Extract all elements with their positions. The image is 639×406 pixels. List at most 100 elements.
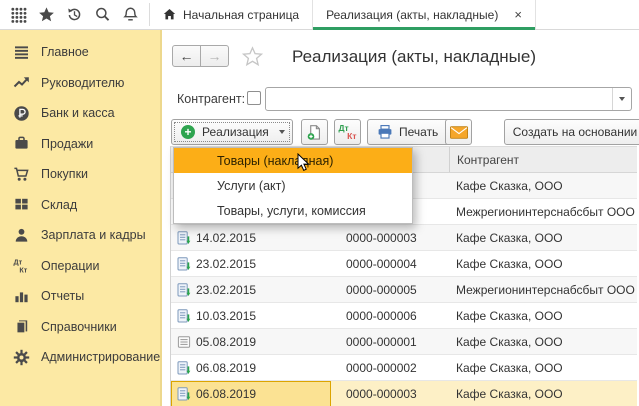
cell-number: 0000-000001 <box>331 335 449 349</box>
table-row[interactable]: 10.03.20150000-000006Кафе Сказка, ООО <box>171 303 637 329</box>
favorites-star-icon[interactable] <box>35 3 58 26</box>
home-icon <box>163 8 176 21</box>
tab-realization[interactable]: Реализация (акты, накладные) × <box>313 0 536 29</box>
nav-history-buttons: ← → <box>172 45 229 67</box>
table-row[interactable]: 06.08.2019 0000-000002Кафе Сказка, ООО <box>171 355 637 381</box>
document-posted-icon <box>177 283 191 297</box>
tab-close-icon[interactable]: × <box>514 8 522 21</box>
cell-date: 23.02.2015 <box>171 277 331 303</box>
tab-home-page[interactable]: Начальная страница <box>150 0 313 29</box>
table-row[interactable]: 23.02.2015 0000-000005Межрегионинтерснабс… <box>171 277 637 303</box>
table-row[interactable]: 23.02.20150000-000004Кафе Сказка, ООО <box>171 251 637 277</box>
sidebar-item-справочники[interactable]: Справочники <box>0 312 160 343</box>
svg-text:Кт: Кт <box>19 266 27 275</box>
tab-home-label: Начальная страница <box>183 8 299 22</box>
cell-contractor: Кафе Сказка, ООО <box>449 335 637 349</box>
cell-date: 05.08.2019 <box>171 329 331 355</box>
create-based-on-button[interactable]: Создать на основании <box>504 119 639 145</box>
chevron-down-icon <box>279 130 285 134</box>
sidebar-item-label: Покупки <box>41 167 88 181</box>
send-email-button[interactable] <box>445 119 472 145</box>
books-icon <box>13 318 30 335</box>
printer-icon <box>377 124 393 140</box>
table-row[interactable]: 14.02.20150000-000003Кафе Сказка, ООО <box>171 225 637 251</box>
sidebar-item-банк-и-касса[interactable]: Банк и касса <box>0 98 160 129</box>
date-value: 10.03.2015 <box>196 309 256 323</box>
person-icon <box>13 227 30 244</box>
app-window: Начальная страница Реализация (акты, нак… <box>0 0 639 406</box>
combo-dropdown-button[interactable] <box>612 88 631 110</box>
sidebar-item-отчеты[interactable]: Отчеты <box>0 281 160 312</box>
menu-item-3[interactable]: Товары, услуги, комиссия <box>174 198 412 223</box>
sidebar-item-главное[interactable]: Главное <box>0 37 160 68</box>
dtkt-icon: ДтКт <box>13 257 30 274</box>
document-unposted-icon <box>177 335 191 349</box>
sidebar-item-label: Справочники <box>41 320 117 334</box>
favorite-star-icon[interactable] <box>242 46 263 67</box>
search-icon[interactable] <box>91 3 114 26</box>
ruble-coin-icon <box>13 105 30 122</box>
show-postings-button[interactable]: Дт Кт <box>334 119 361 145</box>
date-value: 23.02.2015 <box>196 283 256 297</box>
counterparty-filter-input[interactable] <box>266 89 612 109</box>
page-title: Реализация (акты, накладные) <box>292 47 536 67</box>
sidebar-item-label: Зарплата и кадры <box>41 228 146 242</box>
trend-icon <box>13 74 30 91</box>
quick-icons <box>0 0 149 29</box>
document-posted-icon <box>177 231 191 245</box>
create-realization-button[interactable]: + Реализация <box>171 119 293 145</box>
cell-contractor: Кафе Сказка, ООО <box>449 387 637 401</box>
history-icon[interactable] <box>63 3 86 26</box>
realization-type-menu: Товары (накладная)Услуги (акт)Товары, ус… <box>173 147 413 224</box>
plus-icon: + <box>181 125 195 139</box>
column-header-contractor[interactable]: Контрагент <box>449 147 637 172</box>
document-posted-icon <box>177 387 191 401</box>
cell-contractor: Кафе Сказка, ООО <box>449 257 637 271</box>
cell-number: 0000-000003 <box>331 387 449 401</box>
cell-number: 0000-000002 <box>331 361 449 375</box>
pallet-icon <box>13 196 30 213</box>
chevron-down-icon <box>619 97 625 101</box>
dtkt-icon: Дт Кт <box>339 123 357 141</box>
menu-item-1[interactable]: Товары (накладная) <box>174 148 412 173</box>
cell-date: 23.02.2015 <box>171 251 331 277</box>
copy-document-icon <box>306 124 323 141</box>
table-row[interactable]: 06.08.2019 0000-000003Кафе Сказка, ООО <box>171 381 637 406</box>
sidebar-item-label: Главное <box>41 45 89 59</box>
document-posted-icon <box>177 257 191 271</box>
create-realization-label: Реализация <box>202 125 269 139</box>
tab-realization-label: Реализация (акты, накладные) <box>326 8 498 22</box>
date-value: 06.08.2019 <box>196 361 256 375</box>
cell-contractor: Межрегионинтерснабсбыт ООО <box>449 205 637 219</box>
date-value: 06.08.2019 <box>196 387 256 401</box>
notifications-bell-icon[interactable] <box>119 3 142 26</box>
forward-button[interactable]: → <box>200 45 229 67</box>
sidebar-item-label: Склад <box>41 198 77 212</box>
apps-grid-icon[interactable] <box>7 3 30 26</box>
sidebar-item-label: Операции <box>41 259 99 273</box>
sidebar-item-зарплата-и-кадры[interactable]: Зарплата и кадры <box>0 220 160 251</box>
counterparty-filter-label: Контрагент: <box>177 92 245 106</box>
date-value: 23.02.2015 <box>196 257 256 271</box>
copy-document-button[interactable] <box>301 119 328 145</box>
sidebar-item-покупки[interactable]: Покупки <box>0 159 160 190</box>
cell-contractor: Межрегионинтерснабсбыт ООО <box>449 283 637 297</box>
table-row[interactable]: 05.08.20190000-000001Кафе Сказка, ООО <box>171 329 637 355</box>
back-button[interactable]: ← <box>172 45 201 67</box>
sidebar-item-администрирование[interactable]: Администрирование <box>0 342 160 373</box>
sidebar-item-руководителю[interactable]: Руководителю <box>0 68 160 99</box>
gear-icon <box>13 349 30 366</box>
sidebar-item-label: Администрирование <box>41 350 160 364</box>
sidebar-item-продажи[interactable]: Продажи <box>0 129 160 160</box>
sidebar-item-label: Руководителю <box>41 76 124 90</box>
sidebar-item-операции[interactable]: ДтКт Операции <box>0 251 160 282</box>
sidebar-item-склад[interactable]: Склад <box>0 190 160 221</box>
counterparty-filter-checkbox[interactable] <box>247 91 261 105</box>
cell-date: 14.02.2015 <box>171 225 331 251</box>
cell-number: 0000-000005 <box>331 283 449 297</box>
cell-contractor: Кафе Сказка, ООО <box>449 361 637 375</box>
briefcase-icon <box>13 135 30 152</box>
cell-date: 06.08.2019 <box>171 355 331 381</box>
menu-item-2[interactable]: Услуги (акт) <box>174 173 412 198</box>
print-label: Печать <box>399 125 438 139</box>
